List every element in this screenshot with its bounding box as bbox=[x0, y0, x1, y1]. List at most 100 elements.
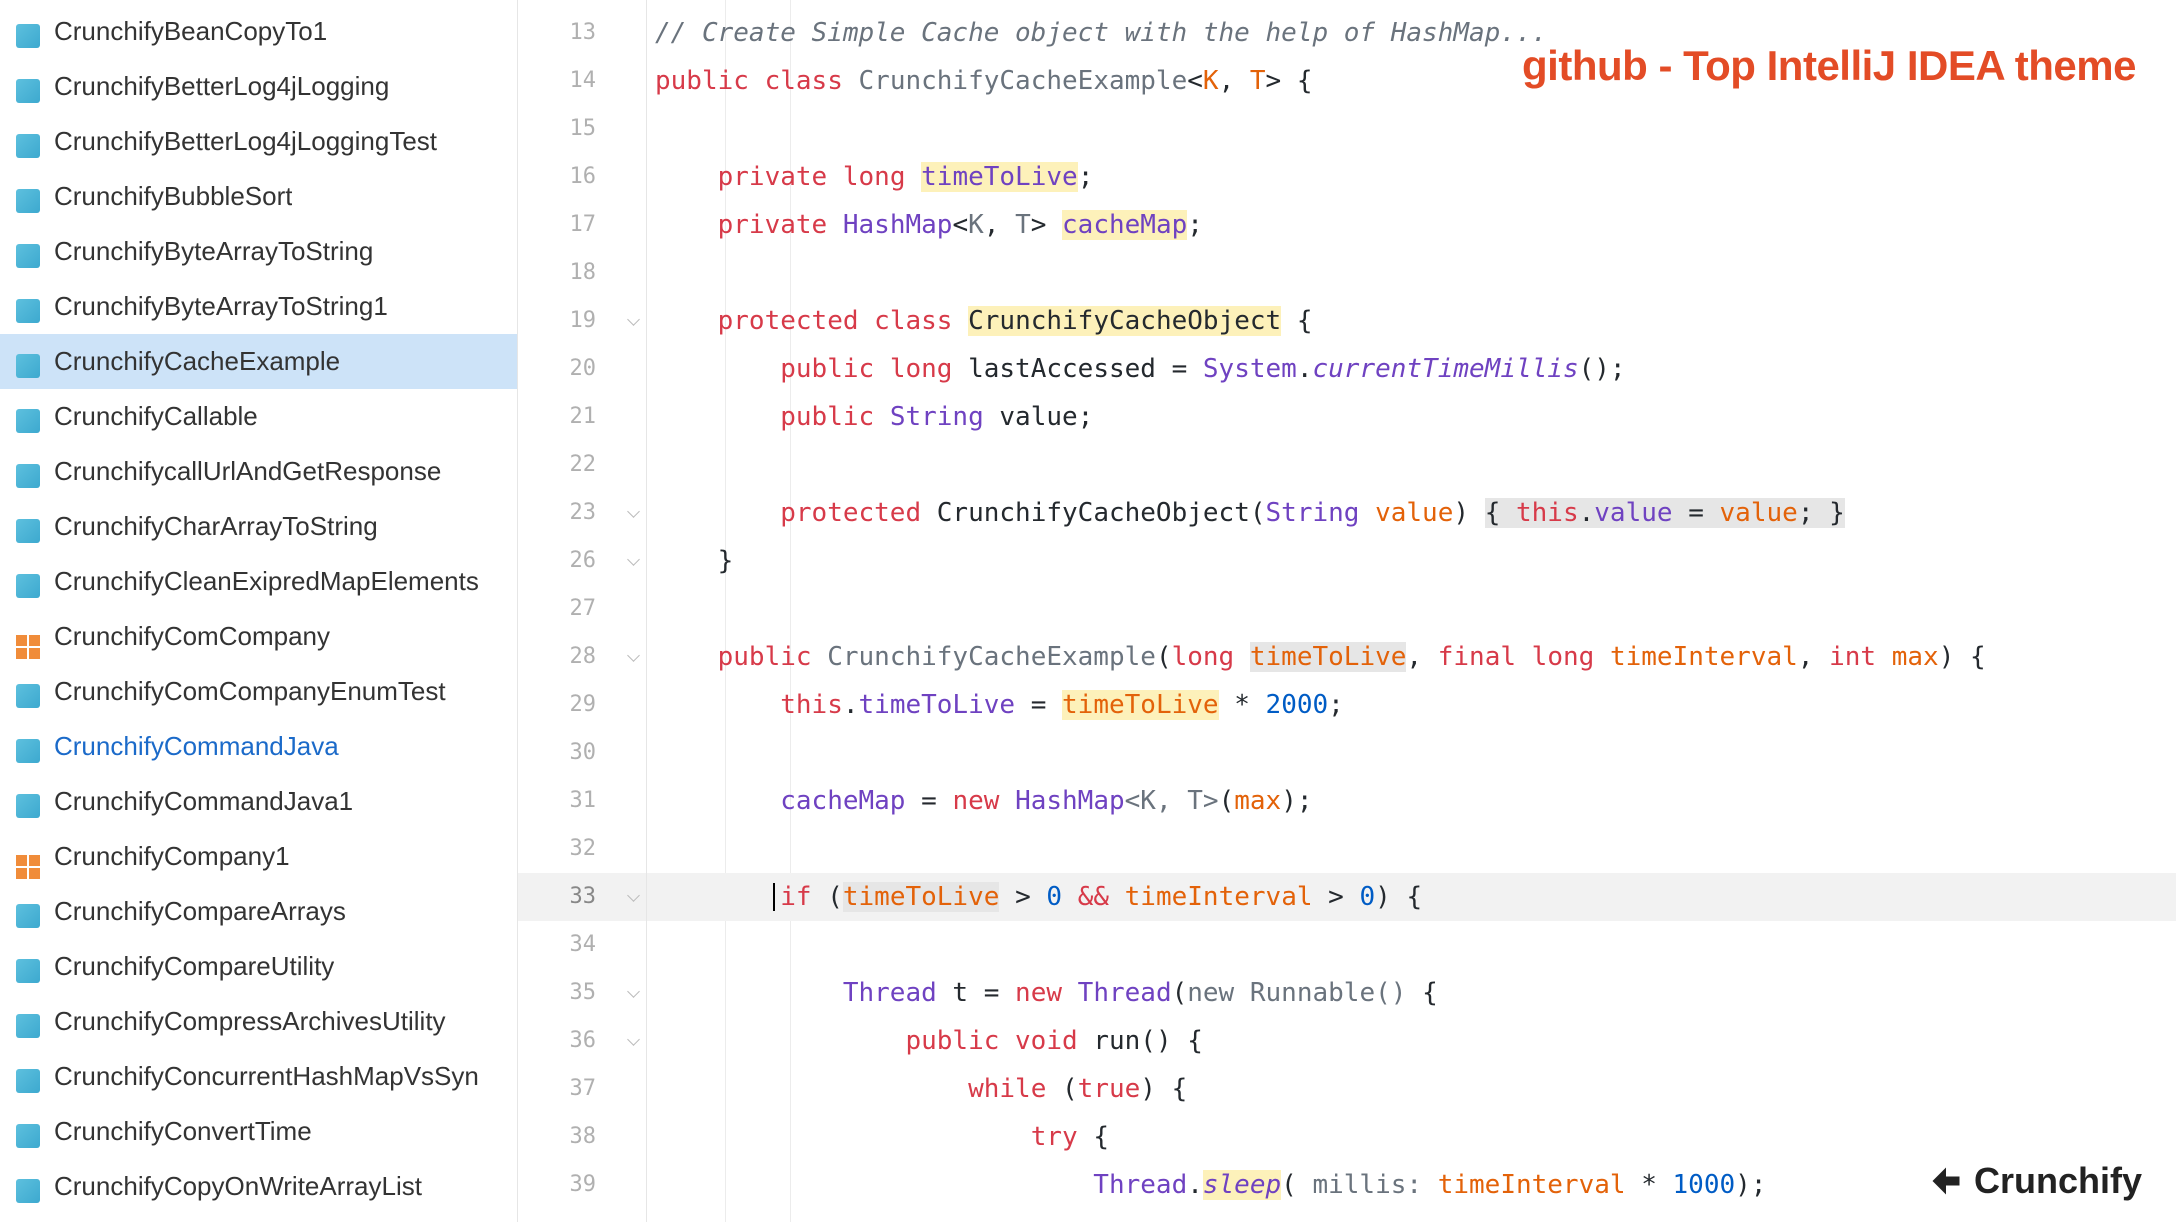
line-number: 16 bbox=[518, 153, 646, 201]
class-icon bbox=[16, 1174, 42, 1200]
class-icon bbox=[16, 239, 42, 265]
code-line: Thread t = new Thread(new Runnable() { bbox=[647, 969, 2176, 1017]
class-icon bbox=[16, 349, 42, 375]
tree-item[interactable]: CrunchifyByteArrayToString bbox=[0, 224, 517, 279]
class-icon bbox=[16, 184, 42, 210]
tree-item[interactable]: CrunchifyBeanCopyTo1 bbox=[0, 4, 517, 59]
package-icon bbox=[16, 844, 42, 870]
tree-item-label: CrunchifyBetterLog4jLogging bbox=[54, 71, 389, 102]
line-number: 29 bbox=[518, 681, 646, 729]
tree-item-label: CrunchifyCompareArrays bbox=[54, 896, 346, 927]
class-icon bbox=[16, 899, 42, 925]
class-icon bbox=[16, 74, 42, 100]
class-icon bbox=[16, 19, 42, 45]
line-number: 37 bbox=[518, 1065, 646, 1113]
tree-item[interactable]: CrunchifyCleanExipredMapElements bbox=[0, 554, 517, 609]
tree-item-label: CrunchifyBetterLog4jLoggingTest bbox=[54, 126, 437, 157]
tree-item-label: CrunchifyCallable bbox=[54, 401, 258, 432]
tree-item[interactable]: CrunchifyCommandJava1 bbox=[0, 774, 517, 829]
line-number: 30 bbox=[518, 729, 646, 777]
code-line bbox=[647, 921, 2176, 969]
tree-item-label: CrunchifyComCompany bbox=[54, 621, 330, 652]
class-icon bbox=[16, 569, 42, 595]
line-number-gutter: 1314151617181920212223262728293031323334… bbox=[517, 0, 647, 1222]
tree-item[interactable]: CrunchifyBetterLog4jLogging bbox=[0, 59, 517, 114]
class-icon bbox=[16, 1119, 42, 1145]
tree-item-label: CrunchifyCacheExample bbox=[54, 346, 340, 377]
tree-item[interactable]: CrunchifyCharArrayToString bbox=[0, 499, 517, 554]
fold-toggle-icon[interactable] bbox=[626, 889, 642, 905]
line-number: 14 bbox=[518, 57, 646, 105]
file-tree[interactable]: CrunchifyBeanCopyTo1 CrunchifyBetterLog4j… bbox=[0, 0, 517, 1222]
package-icon bbox=[16, 624, 42, 650]
line-number: 28 bbox=[518, 633, 646, 681]
tree-item[interactable]: CrunchifycallUrlAndGetResponse bbox=[0, 444, 517, 499]
class-icon bbox=[16, 129, 42, 155]
line-number: 19 bbox=[518, 297, 646, 345]
code-line: protected CrunchifyCacheObject(String va… bbox=[647, 489, 2176, 537]
fold-toggle-icon[interactable] bbox=[626, 505, 642, 521]
tree-item-label: CrunchifyCommandJava bbox=[54, 731, 339, 762]
line-number: 20 bbox=[518, 345, 646, 393]
code-line bbox=[647, 585, 2176, 633]
line-number: 31 bbox=[518, 777, 646, 825]
code-line: } bbox=[647, 537, 2176, 585]
class-icon bbox=[16, 459, 42, 485]
fold-toggle-icon[interactable] bbox=[626, 985, 642, 1001]
fold-toggle-icon[interactable] bbox=[626, 553, 642, 569]
line-number: 39 bbox=[518, 1161, 646, 1209]
fold-toggle-icon[interactable] bbox=[626, 313, 642, 329]
tree-item[interactable]: CrunchifyBetterLog4jLoggingTest bbox=[0, 114, 517, 169]
code-line: public CrunchifyCacheExample(long timeTo… bbox=[647, 633, 2176, 681]
tree-item[interactable]: CrunchifyCopyOnWriteArrayList bbox=[0, 1159, 517, 1214]
code-line bbox=[647, 441, 2176, 489]
tree-item[interactable]: CrunchifyBubbleSort bbox=[0, 169, 517, 224]
tree-item[interactable]: CrunchifyCompany1 bbox=[0, 829, 517, 884]
tree-item-label: CrunchifyCompany1 bbox=[54, 841, 290, 872]
tree-item-label: CrunchifyComCompanyEnumTest bbox=[54, 676, 446, 707]
line-number: 35 bbox=[518, 969, 646, 1017]
tree-item[interactable]: CrunchifyConcurrentHashMapVsSyn bbox=[0, 1049, 517, 1104]
code-line: private HashMap<K, T> cacheMap; bbox=[647, 201, 2176, 249]
tree-item-label: CrunchifyCompareUtility bbox=[54, 951, 334, 982]
code-line: while (true) { bbox=[647, 1065, 2176, 1113]
line-number: 13 bbox=[518, 9, 646, 57]
line-number: 22 bbox=[518, 441, 646, 489]
class-icon bbox=[16, 679, 42, 705]
tree-item-label: CrunchifycallUrlAndGetResponse bbox=[54, 456, 441, 487]
brand-icon bbox=[1928, 1163, 1964, 1199]
fold-toggle-icon[interactable] bbox=[626, 1033, 642, 1049]
tree-item[interactable]: CrunchifyConvertTime bbox=[0, 1104, 517, 1159]
line-number: 23 bbox=[518, 489, 646, 537]
tree-item-label: CrunchifyBubbleSort bbox=[54, 181, 292, 212]
tree-item[interactable]: CrunchifyCompareUtility bbox=[0, 939, 517, 994]
tree-item[interactable]: CrunchifyByteArrayToString1 bbox=[0, 279, 517, 334]
tree-item-label: CrunchifyCompressArchivesUtility bbox=[54, 1006, 446, 1037]
tree-item[interactable]: CrunchifyCompareArrays bbox=[0, 884, 517, 939]
code-line: public String value; bbox=[647, 393, 2176, 441]
tree-item[interactable]: CrunchifyCallable bbox=[0, 389, 517, 444]
code-editor[interactable]: // Create Simple Cache object with the h… bbox=[647, 0, 2176, 1222]
tree-item-label: CrunchifyByteArrayToString1 bbox=[54, 291, 388, 322]
tree-item[interactable]: CrunchifyCompressArchivesUtility bbox=[0, 994, 517, 1049]
tree-item[interactable]: CrunchifyCacheExample bbox=[0, 334, 517, 389]
tree-item[interactable]: CrunchifyComCompany bbox=[0, 609, 517, 664]
class-icon bbox=[16, 1009, 42, 1035]
code-line: public void run() { bbox=[647, 1017, 2176, 1065]
fold-toggle-icon[interactable] bbox=[626, 649, 642, 665]
code-line: cacheMap = new HashMap<K, T>(max); bbox=[647, 777, 2176, 825]
theme-title-overlay: github - Top IntelliJ IDEA theme bbox=[1522, 42, 2136, 90]
tree-item-label: CrunchifyCleanExipredMapElements bbox=[54, 566, 479, 597]
line-number: 36 bbox=[518, 1017, 646, 1065]
tree-item-label: CrunchifyConvertTime bbox=[54, 1116, 312, 1147]
class-icon bbox=[16, 954, 42, 980]
line-number: 17 bbox=[518, 201, 646, 249]
tree-item[interactable]: CrunchifyComCompanyEnumTest bbox=[0, 664, 517, 719]
code-line: this.timeToLive = timeToLive * 2000; bbox=[647, 681, 2176, 729]
class-icon bbox=[16, 1064, 42, 1090]
line-number: 33 bbox=[518, 873, 646, 921]
tree-item[interactable]: CrunchifyCommandJava bbox=[0, 719, 517, 774]
tree-item-label: CrunchifyCopyOnWriteArrayList bbox=[54, 1171, 422, 1202]
code-line: try { bbox=[647, 1113, 2176, 1161]
tree-item-label: CrunchifyByteArrayToString bbox=[54, 236, 373, 267]
